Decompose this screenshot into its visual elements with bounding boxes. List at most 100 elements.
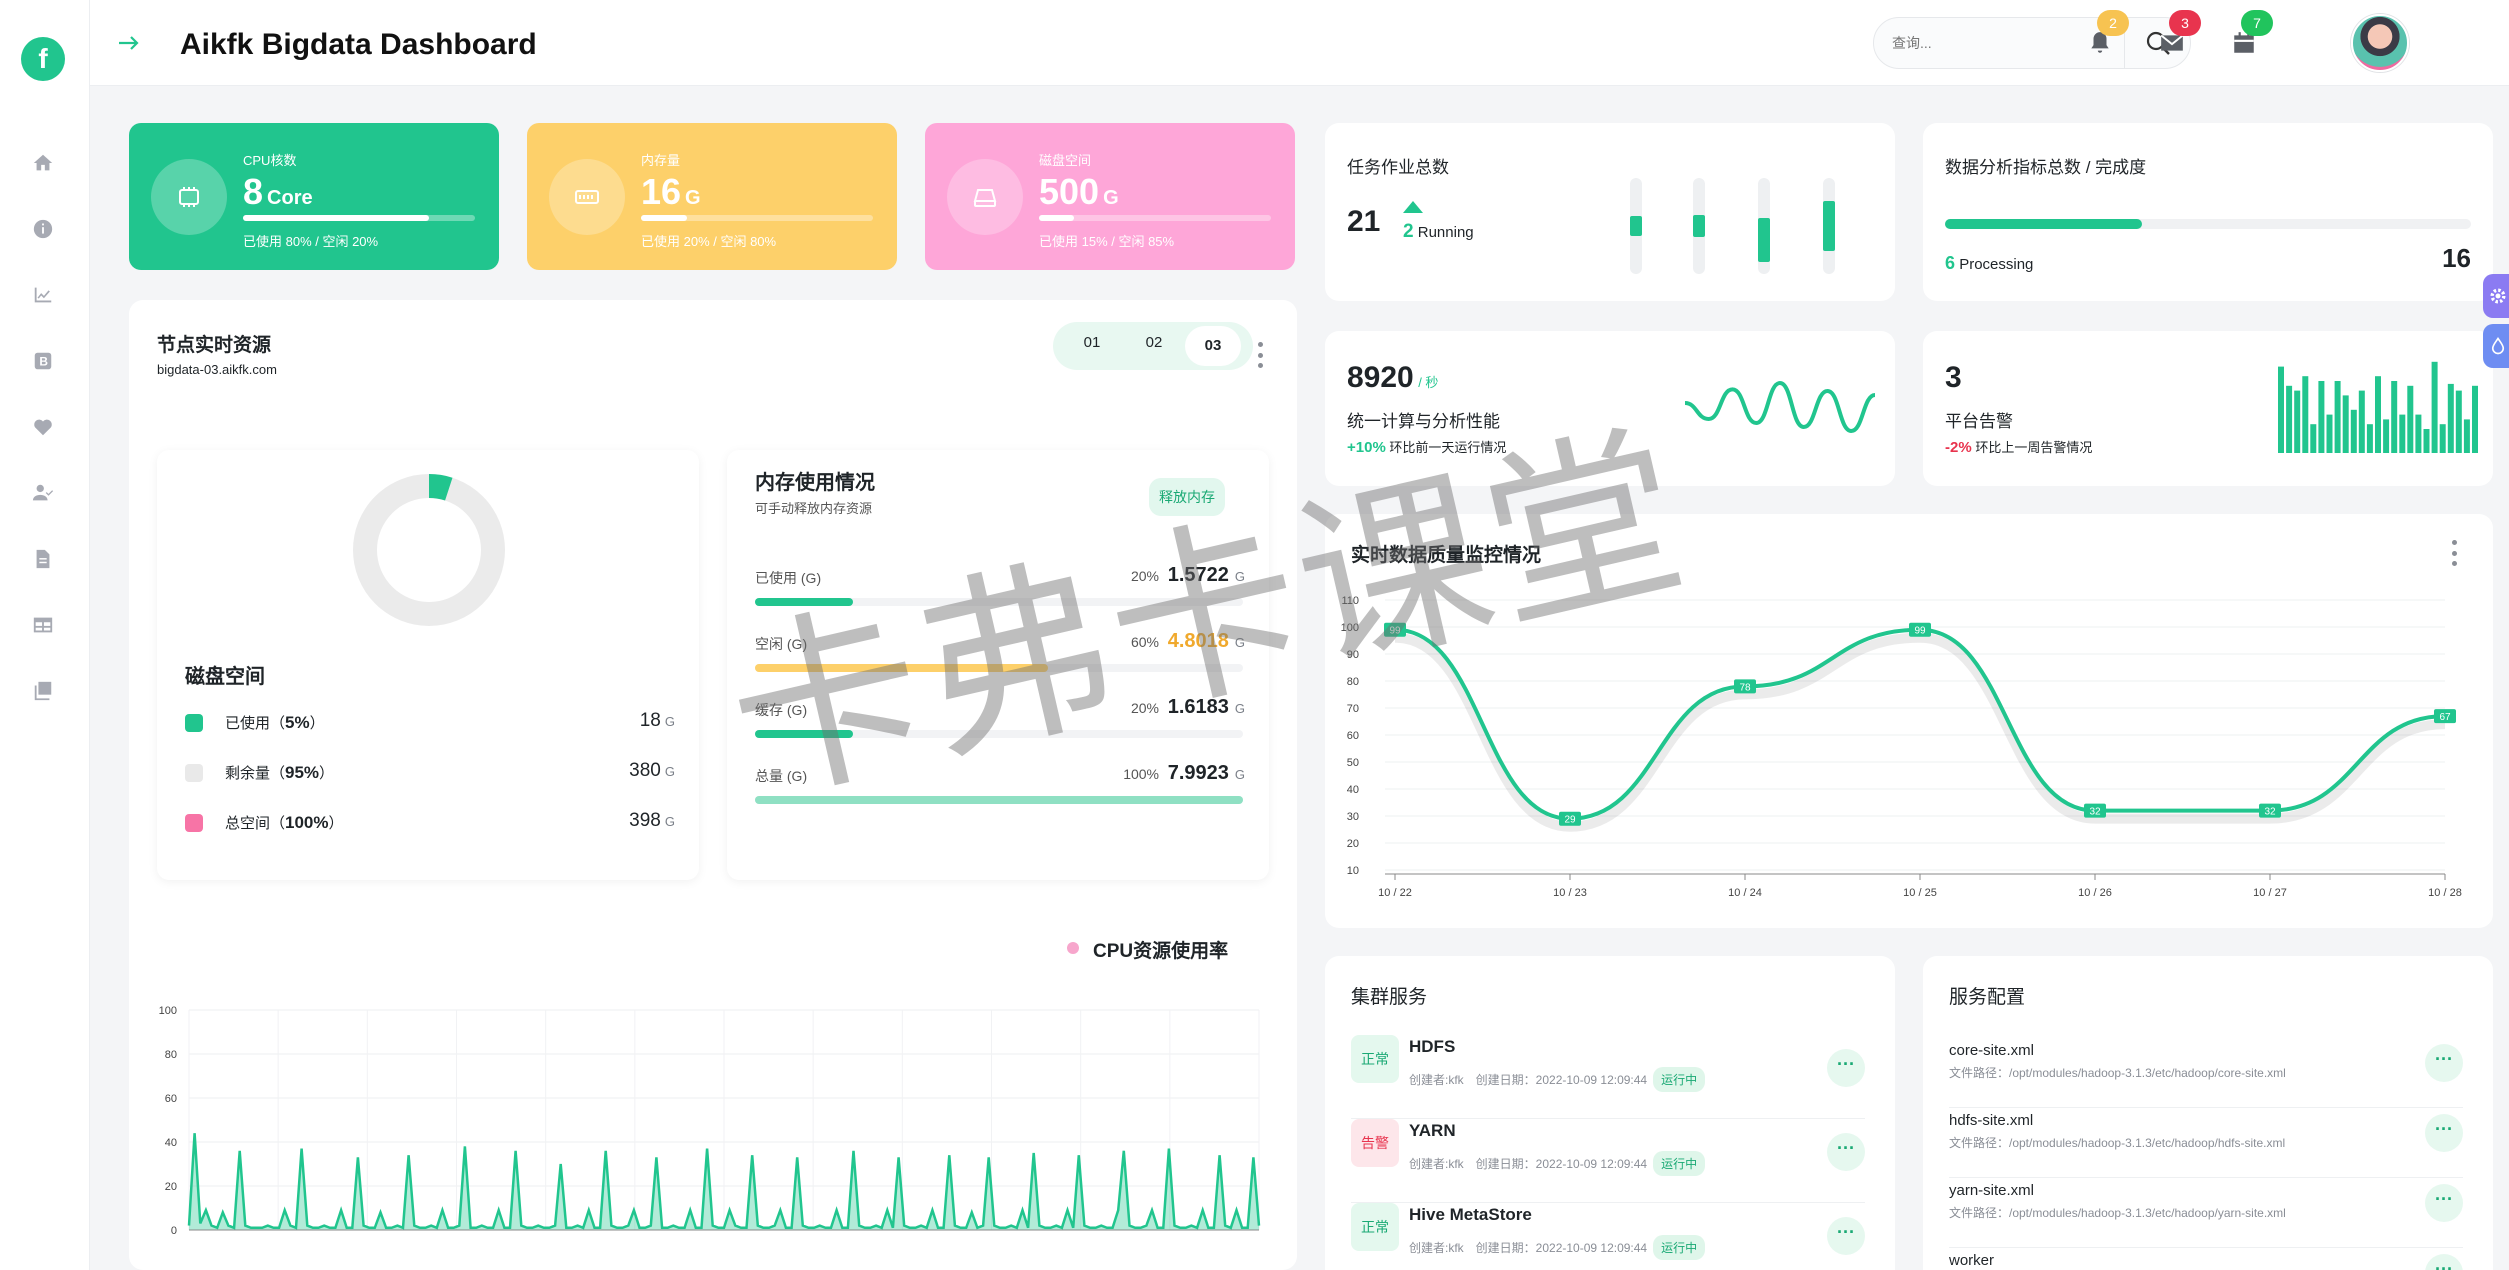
quality-y-tick: 30 <box>1347 811 1359 823</box>
memory-value-number: 7.9923 <box>1167 762 1229 784</box>
service-name: Hive MetaStore <box>1409 1205 1532 1224</box>
harddisk-icon <box>947 159 1023 235</box>
service-more-button[interactable]: ··· <box>1827 1049 1865 1087</box>
copy-icon[interactable] <box>31 679 55 703</box>
memory-row: 总量 (G) 100% 7.9923 G <box>755 762 1245 826</box>
tab-node-01[interactable]: 01 <box>1067 334 1117 374</box>
file-icon[interactable] <box>31 547 55 571</box>
jobs-title: 任务作业总数 <box>1347 158 1449 177</box>
alert-bar <box>2366 424 2373 453</box>
cpu-y-tick: 20 <box>165 1181 177 1193</box>
arrow-right-icon[interactable] <box>116 30 142 56</box>
config-more-button[interactable]: ··· <box>2425 1184 2463 1222</box>
table-icon[interactable] <box>31 613 55 637</box>
alert-bar <box>2415 414 2422 453</box>
quality-x-tick: 10 / 24 <box>1728 887 1762 899</box>
service-more-button[interactable]: ··· <box>1827 1217 1865 1255</box>
memory-row: 空闲 (G) 60% 4.8018 G <box>755 630 1245 694</box>
quality-point: 67 <box>2434 709 2456 724</box>
quality-point: 99 <box>1384 622 1406 637</box>
quality-point-label: 78 <box>1739 682 1751 693</box>
notification-bell-button[interactable]: 2 <box>2083 10 2129 60</box>
user-check-icon[interactable] <box>31 481 55 505</box>
disk-value-unit: G <box>664 764 675 779</box>
home-icon[interactable] <box>31 151 55 175</box>
config-more-button[interactable]: ··· <box>2425 1114 2463 1152</box>
info-icon[interactable] <box>31 217 55 241</box>
quality-x-tick: 10 / 27 <box>2253 887 2287 899</box>
node-more-icon[interactable] <box>1257 342 1263 368</box>
config-more-button[interactable]: ··· <box>2425 1254 2463 1270</box>
tab-node-02[interactable]: 02 <box>1129 334 1179 374</box>
memory-row-label: 已使用 (G) <box>755 570 822 586</box>
stat-tile-note: 已使用 15% / 空闲 85% <box>1039 234 1175 249</box>
memory-value-number: 1.5722 <box>1167 564 1229 586</box>
tab-node-03[interactable]: 03 <box>1185 326 1241 366</box>
memory-icon <box>549 159 625 235</box>
memory-title: 内存使用情况 <box>755 472 875 494</box>
throughput-card: 8920 / 秒 统一计算与分析性能 +10% 环比前一天运行情况 <box>1325 331 1895 486</box>
theme-fab[interactable] <box>2483 324 2509 368</box>
search-input[interactable] <box>1892 31 2092 55</box>
disk-legend-close: ） <box>328 815 344 832</box>
quality-point-label: 99 <box>1389 626 1401 637</box>
heart-icon[interactable] <box>31 415 55 439</box>
legend-swatch <box>185 714 203 732</box>
disk-title: 磁盘空间 <box>185 666 265 688</box>
analytics-processing-count: 6 <box>1945 253 1956 273</box>
messages-button[interactable]: 3 <box>2155 10 2201 60</box>
cpu-y-tick: 100 <box>159 1005 177 1017</box>
quality-y-tick: 80 <box>1347 676 1359 688</box>
service-creator: 创建者:kfk <box>1409 1157 1464 1171</box>
chart-line-icon[interactable] <box>31 283 55 307</box>
settings-fab[interactable] <box>2483 274 2509 318</box>
throughput-change: +10% <box>1347 439 1386 456</box>
quality-x-tick: 10 / 22 <box>1378 887 1412 899</box>
quality-line <box>1394 627 2446 821</box>
service-more-button[interactable]: ··· <box>1827 1133 1865 1171</box>
cpu-y-tick: 0 <box>171 1225 177 1237</box>
page-title: Aikfk Bigdata Dashboard <box>180 28 537 61</box>
stat-tile-2: 磁盘空间 500 G 已使用 15% / 空闲 85% <box>925 123 1295 270</box>
quality-y-tick: 50 <box>1347 757 1359 769</box>
memory-row-pct: 20% <box>1130 568 1159 584</box>
alert-bar <box>2310 424 2317 453</box>
disk-legend-value: 398 G <box>629 810 675 832</box>
calendar-button[interactable]: 7 <box>2227 10 2273 60</box>
alert-bar <box>2302 376 2309 453</box>
alert-bar <box>2455 390 2462 453</box>
cluster-services-card: 集群服务 正常 HDFS 创建者:kfk 创建日期：2022-10-09 12:09:… <box>1325 956 1895 1270</box>
quality-more-icon[interactable] <box>2451 540 2457 566</box>
config-file-row: yarn-site.xml 文件路径：/opt/modules/hadoop-3.… <box>1949 1178 2463 1248</box>
alert-bar <box>2286 385 2293 453</box>
stat-tile-value: 16 G <box>641 171 701 213</box>
disk-legend-text: 剩余量（ <box>225 765 286 782</box>
service-state-badge: 运行中 <box>1653 1067 1706 1092</box>
alerts-change-row: -2% 环比上一周告警情况 <box>1945 437 2092 456</box>
stat-tile-progress-fill <box>641 215 688 221</box>
quality-point-label: 32 <box>2089 807 2101 818</box>
alert-bar <box>2318 381 2325 453</box>
stat-tile-number: 8 <box>243 171 264 212</box>
disk-legend-value: 380 G <box>629 760 675 782</box>
disk-legend-label: 剩余量（95%） <box>225 762 334 783</box>
release-memory-button[interactable]: 释放内存 <box>1149 478 1225 516</box>
job-bar <box>1758 178 1770 274</box>
disk-legend-text: 总空间（ <box>225 815 286 832</box>
brand-logo[interactable]: f <box>21 37 65 81</box>
config-more-button[interactable]: ··· <box>2425 1044 2463 1082</box>
alerts-change-note: 环比上一周告警情况 <box>1975 440 2093 455</box>
stat-tile-1: 内存量 16 G 已使用 20% / 空闲 80% <box>527 123 897 270</box>
bootstrap-icon[interactable]: B <box>31 349 55 373</box>
alert-bar <box>2423 429 2430 453</box>
service-config-card: 服务配置 core-site.xml 文件路径：/opt/modules/hado… <box>1923 956 2493 1270</box>
user-avatar[interactable] <box>2351 14 2409 72</box>
job-bar <box>1693 178 1705 274</box>
quality-point: 29 <box>1559 811 1581 826</box>
memory-value-unit: G <box>1234 635 1245 650</box>
service-created: 创建日期：2022-10-09 12:09:44 <box>1475 1241 1648 1255</box>
stat-tile-value: 8 Core <box>243 171 313 213</box>
analytics-processing-label: Processing <box>1959 256 2034 273</box>
service-creator: 创建者:kfk <box>1409 1073 1464 1087</box>
alert-bar <box>2391 381 2398 453</box>
